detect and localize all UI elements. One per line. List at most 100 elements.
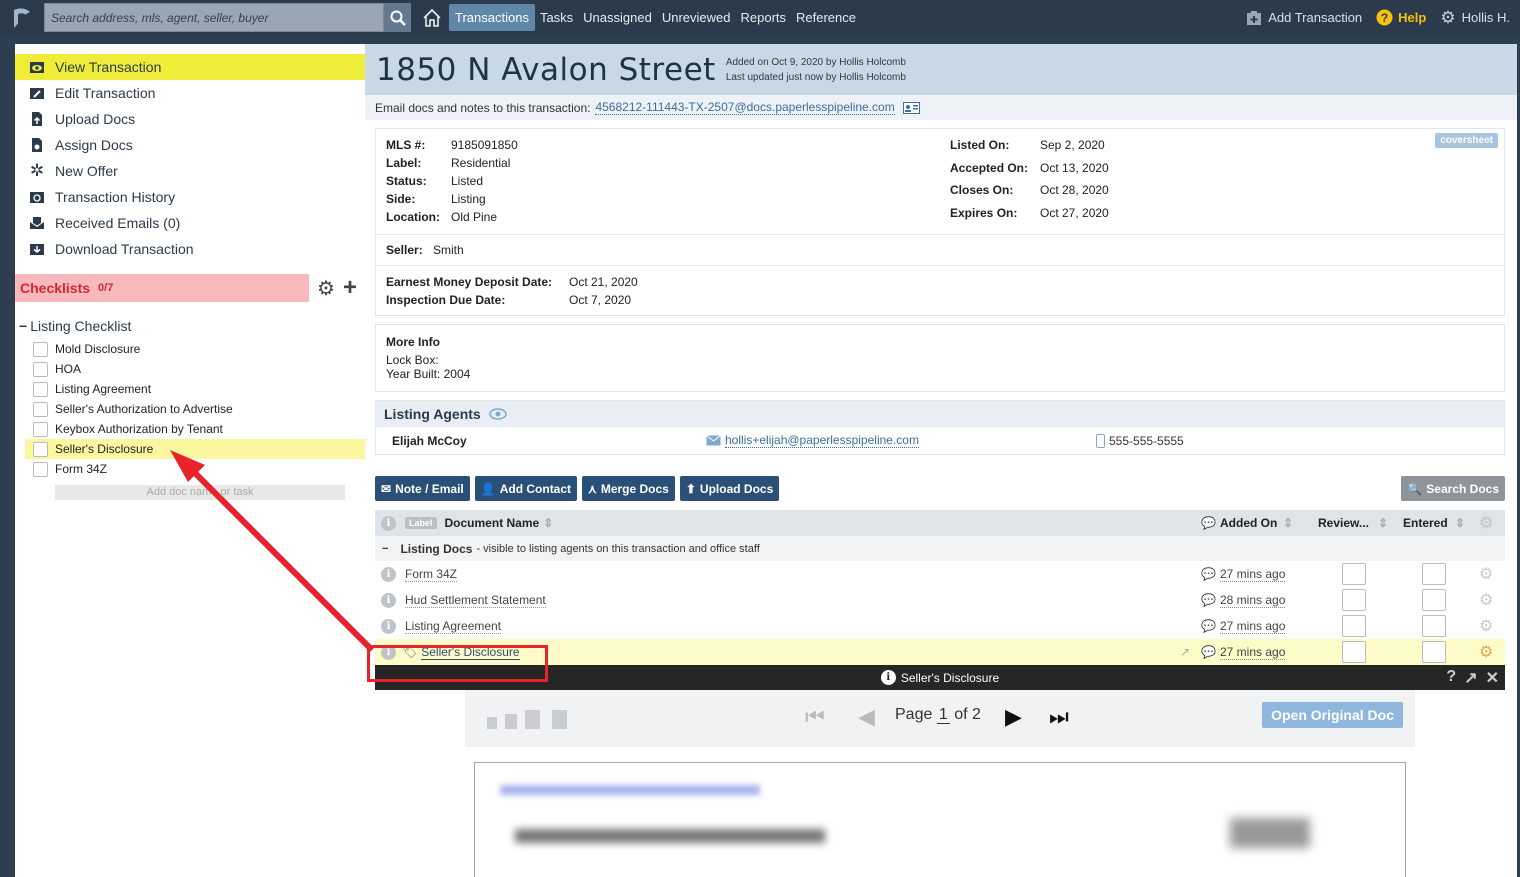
entered-checkbox[interactable] [1422, 589, 1446, 611]
add-doc-input[interactable]: Add doc name or task [55, 485, 345, 500]
document-name[interactable]: Hud Settlement Statement [405, 593, 546, 608]
row-gear-icon[interactable]: ⚙ [1479, 564, 1493, 584]
upload-docs-button[interactable]: ⬆ Upload Docs [679, 476, 780, 501]
sort-icon[interactable]: ⇕ [1455, 516, 1465, 530]
search-button[interactable] [384, 3, 411, 32]
entered-checkbox[interactable] [1422, 641, 1446, 663]
column-settings-gear-icon[interactable]: ⚙ [1479, 513, 1493, 533]
document-row[interactable]: i Form 34Z 💬 27 mins ago ⚙ [375, 561, 1505, 587]
sidebar-assign-docs[interactable]: Assign Docs [15, 132, 365, 158]
sidebar-edit-transaction[interactable]: Edit Transaction [15, 80, 365, 106]
checklist-item[interactable]: Keybox Authorization by Tenant [15, 419, 365, 439]
nav-unassigned[interactable]: Unassigned [578, 4, 657, 31]
comment-icon[interactable]: 💬 [1201, 567, 1216, 581]
add-checklist-plus-icon[interactable]: + [343, 276, 357, 300]
review-column[interactable]: Review... [1318, 516, 1369, 530]
checklist-checkbox[interactable] [33, 361, 48, 377]
eye-icon[interactable] [488, 408, 507, 420]
document-row[interactable]: i Hud Settlement Statement 💬 28 mins ago… [375, 587, 1505, 613]
checklist-item-highlighted[interactable]: Seller's Disclosure [25, 439, 365, 459]
checklist-item[interactable]: Listing Agreement [15, 379, 365, 399]
transaction-email-link[interactable]: 4568212-111443-TX-2507@docs.paperlesspip… [595, 100, 895, 115]
checklist-item[interactable]: Form 34Z [15, 459, 365, 479]
info-icon[interactable]: i [381, 592, 396, 608]
info-icon[interactable]: i [381, 618, 396, 634]
page-size-medium-icon[interactable] [505, 714, 517, 729]
document-name[interactable]: Listing Agreement [405, 619, 502, 634]
home-button[interactable] [415, 0, 449, 35]
app-logo[interactable] [0, 0, 44, 35]
comment-icon[interactable]: 💬 [1201, 593, 1216, 607]
page-size-large-icon[interactable] [525, 710, 540, 729]
entered-column[interactable]: Entered [1403, 516, 1448, 530]
help-icon[interactable]: ? [1446, 668, 1456, 688]
checklist-checkbox[interactable] [33, 461, 48, 477]
sort-icon[interactable]: ⇕ [1283, 516, 1293, 530]
prev-page-icon[interactable]: ◀ [858, 704, 875, 730]
checklist-checkbox[interactable] [33, 421, 48, 437]
sidebar-view-transaction[interactable]: View Transaction [15, 54, 365, 80]
open-original-doc-button[interactable]: Open Original Doc [1262, 702, 1403, 728]
first-page-icon[interactable]: ⏮ [805, 704, 825, 730]
nav-transactions[interactable]: Transactions [449, 4, 535, 31]
listing-checklist-toggle[interactable]: − Listing Checklist [15, 318, 365, 334]
nav-unreviewed[interactable]: Unreviewed [657, 4, 736, 31]
help-link[interactable]: ? Help [1376, 9, 1426, 26]
checklist-settings-gear-icon[interactable]: ⚙ [317, 276, 335, 301]
sidebar-transaction-history[interactable]: Transaction History [15, 184, 365, 210]
sidebar-download-transaction[interactable]: Download Transaction [15, 236, 365, 262]
nav-reports[interactable]: Reports [735, 4, 791, 31]
coversheet-badge[interactable]: coversheet [1435, 133, 1498, 148]
entered-checkbox[interactable] [1422, 615, 1446, 637]
info-icon[interactable]: i [381, 566, 396, 582]
add-contact-button[interactable]: 👤 Add Contact [474, 476, 578, 501]
review-checkbox[interactable] [1342, 589, 1366, 611]
page-number-input[interactable]: 1 [936, 706, 950, 724]
added-on-column[interactable]: Added On [1220, 516, 1277, 530]
comment-icon[interactable]: 💬 [1201, 645, 1216, 659]
next-page-icon[interactable]: ▶ [1005, 704, 1022, 730]
checklist-checkbox[interactable] [33, 341, 48, 357]
checklist-item[interactable]: Seller's Authorization to Advertise [15, 399, 365, 419]
page-fit-icon[interactable] [552, 710, 567, 729]
merge-docs-button[interactable]: ⋏ Merge Docs [582, 476, 675, 501]
entered-checkbox[interactable] [1422, 563, 1446, 585]
search-field[interactable] [44, 3, 384, 32]
agent-email-link[interactable]: hollis+elijah@paperlesspipeline.com [725, 433, 919, 448]
document-name[interactable]: Form 34Z [405, 567, 458, 582]
checklist-item[interactable]: HOA [15, 359, 365, 379]
document-preview[interactable] [474, 762, 1406, 877]
page-size-small-icon[interactable] [487, 717, 497, 729]
row-gear-icon[interactable]: ⚙ [1479, 642, 1493, 662]
note-email-button[interactable]: ✉ Note / Email [375, 476, 470, 501]
document-name-column[interactable]: Document Name [445, 516, 540, 530]
close-icon[interactable]: ✕ [1486, 668, 1499, 688]
add-transaction-link[interactable]: Add Transaction [1246, 10, 1362, 26]
document-row[interactable]: i Listing Agreement 💬 27 mins ago ⚙ [375, 613, 1505, 639]
last-page-icon[interactable]: ⏭ [1049, 704, 1069, 730]
search-docs-button[interactable]: 🔍 Search Docs [1401, 476, 1505, 501]
sort-icon[interactable]: ⇕ [1378, 516, 1388, 530]
checklist-item[interactable]: Mold Disclosure [15, 339, 365, 359]
expand-arrow-icon[interactable]: ↗ [1180, 645, 1190, 659]
checklist-checkbox[interactable] [33, 381, 48, 397]
checklist-checkbox[interactable] [33, 401, 48, 417]
nav-tasks[interactable]: Tasks [535, 4, 578, 31]
sidebar-new-offer[interactable]: ✲ New Offer [15, 158, 365, 184]
review-checkbox[interactable] [1342, 563, 1366, 585]
user-menu[interactable]: ⚙ Hollis H. [1440, 8, 1510, 28]
row-gear-icon[interactable]: ⚙ [1479, 590, 1493, 610]
nav-reference[interactable]: Reference [791, 4, 861, 31]
popout-icon[interactable]: ↗ [1464, 668, 1477, 688]
review-checkbox[interactable] [1342, 641, 1366, 663]
sort-icon[interactable]: ⇕ [543, 516, 553, 530]
search-input[interactable] [51, 10, 383, 25]
contact-card-icon[interactable] [902, 101, 920, 114]
comment-icon[interactable]: 💬 [1201, 619, 1216, 633]
row-gear-icon[interactable]: ⚙ [1479, 616, 1493, 636]
sidebar-upload-docs[interactable]: Upload Docs [15, 106, 365, 132]
sidebar-received-emails[interactable]: Received Emails (0) [15, 210, 365, 236]
listing-docs-section[interactable]: − Listing Docs - visible to listing agen… [375, 536, 1505, 561]
review-checkbox[interactable] [1342, 615, 1366, 637]
checklist-checkbox[interactable] [33, 441, 48, 457]
